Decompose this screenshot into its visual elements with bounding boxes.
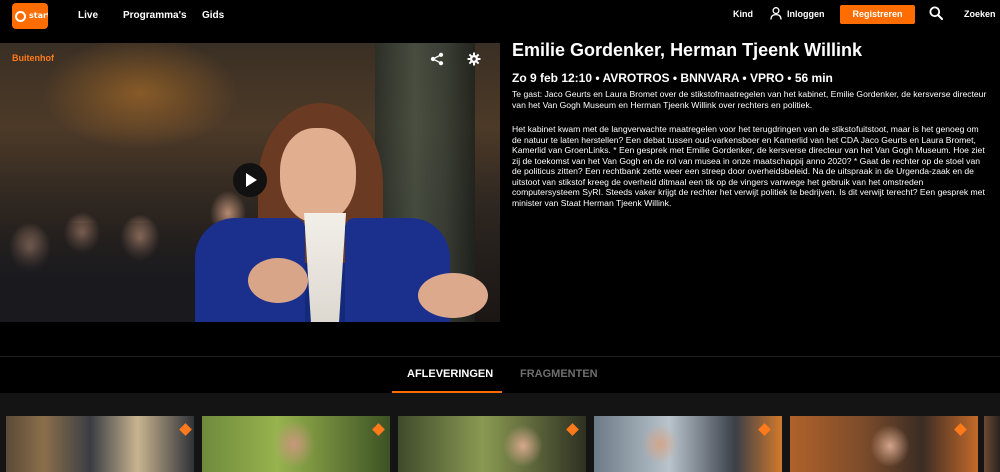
share-icon[interactable] <box>430 52 444 66</box>
presenter-face <box>280 128 356 223</box>
label-tag-icon <box>758 423 771 436</box>
episode-title: Emilie Gordenker, Herman Tjeenk Willink <box>512 40 862 60</box>
register-button[interactable]: Registreren <box>840 5 915 24</box>
episode-thumbnail[interactable] <box>202 416 390 472</box>
label-tag-icon <box>954 423 967 436</box>
tab-fragmenten[interactable]: FRAGMENTEN <box>520 368 598 380</box>
kind-link[interactable]: Kind <box>733 9 753 19</box>
label-tag-icon <box>372 423 385 436</box>
presenter-hand-right <box>418 273 488 318</box>
episode-thumbnail[interactable] <box>6 416 194 472</box>
presenter-hand-left <box>248 258 308 303</box>
episode-description-full: Het kabinet kwam met de langverwachte ma… <box>512 124 985 208</box>
top-bar: start Live Programma's Gids Kind Inlogge… <box>0 0 1000 33</box>
user-icon[interactable] <box>770 7 782 20</box>
nav-item-programmas[interactable]: Programma's <box>123 10 187 21</box>
settings-icon[interactable] <box>467 52 481 66</box>
label-tag-icon <box>179 423 192 436</box>
episode-thumbnail[interactable] <box>790 416 978 472</box>
background-mural <box>20 43 270 183</box>
search-label[interactable]: Zoeken <box>964 9 996 19</box>
episode-thumbnail[interactable] <box>594 416 782 472</box>
program-label[interactable]: Buitenhof <box>12 53 54 63</box>
nav-item-gids[interactable]: Gids <box>202 10 224 21</box>
episode-thumbnail-partial[interactable] <box>984 416 1000 472</box>
nav-item-live[interactable]: Live <box>78 10 98 21</box>
episode-description-summary: Te gast: Jaco Geurts en Laura Bromet ove… <box>512 89 987 110</box>
npo-start-logo[interactable]: start <box>12 3 48 29</box>
video-player[interactable]: Buitenhof <box>0 43 500 322</box>
section-divider <box>0 356 1000 357</box>
episode-thumbnail[interactable] <box>398 416 586 472</box>
audience <box>0 223 220 322</box>
login-link[interactable]: Inloggen <box>787 9 825 19</box>
play-button[interactable] <box>233 163 267 197</box>
npo-logo-icon <box>12 3 28 29</box>
logo-text: start <box>28 3 48 29</box>
search-icon[interactable] <box>929 6 943 20</box>
label-tag-icon <box>566 423 579 436</box>
tab-afleveringen[interactable]: AFLEVERINGEN <box>407 368 493 380</box>
episode-meta: Zo 9 feb 12:10 • AVROTROS • BNNVARA • VP… <box>512 71 833 85</box>
